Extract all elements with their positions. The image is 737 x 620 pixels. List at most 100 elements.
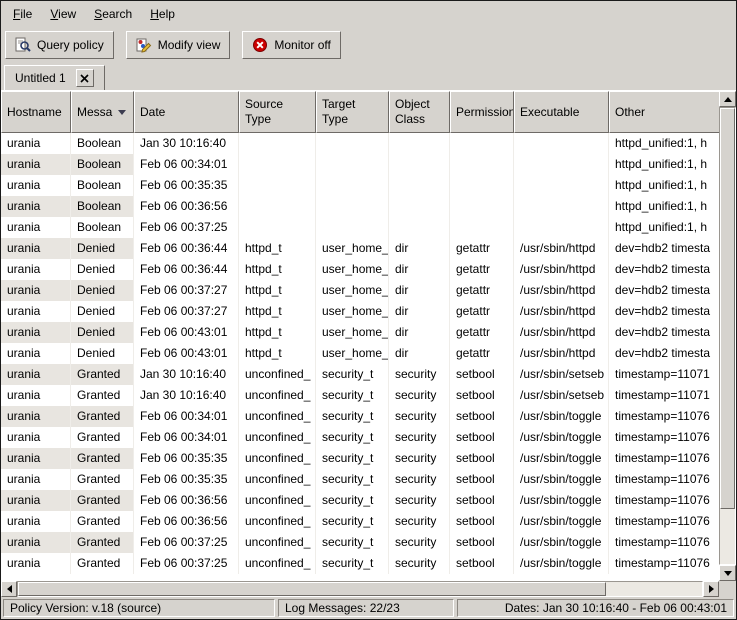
seaudit-window: File View Search Help Query policy xyxy=(0,0,737,620)
vertical-scrollbar-track[interactable] xyxy=(719,107,736,565)
column-header-label: Other xyxy=(615,105,645,120)
table-cell: Granted xyxy=(71,511,134,532)
table-cell: security_t xyxy=(316,490,389,511)
table-cell: Feb 06 00:37:25 xyxy=(134,217,239,238)
table-cell xyxy=(514,154,609,175)
policy-version-text: Policy Version: v.18 (source) xyxy=(10,601,161,615)
modify-view-icon xyxy=(136,37,152,53)
table-row[interactable]: uraniaGrantedFeb 06 00:35:35unconfined_s… xyxy=(1,448,719,469)
table-cell: getattr xyxy=(450,238,514,259)
table-row[interactable]: uraniaGrantedFeb 06 00:37:25unconfined_s… xyxy=(1,532,719,553)
monitor-off-icon xyxy=(252,37,268,53)
table-cell: httpd_unified:1, h xyxy=(609,196,719,217)
horizontal-scrollbar-track[interactable] xyxy=(17,581,703,597)
table-cell: Feb 06 00:34:01 xyxy=(134,427,239,448)
table-cell: urania xyxy=(1,175,71,196)
column-header-label: Hostname xyxy=(7,105,62,120)
table-row[interactable]: uraniaBooleanFeb 06 00:37:25httpd_unifie… xyxy=(1,217,719,238)
table-cell: urania xyxy=(1,364,71,385)
scroll-up-button[interactable] xyxy=(719,91,736,107)
table-cell: timestamp=11076 xyxy=(609,469,719,490)
table-cell xyxy=(239,154,316,175)
table-row[interactable]: uraniaBooleanFeb 06 00:34:01httpd_unifie… xyxy=(1,154,719,175)
table-cell: urania xyxy=(1,133,71,154)
scroll-down-button[interactable] xyxy=(719,565,736,581)
table-cell: setbool xyxy=(450,427,514,448)
vertical-scrollbar-thumb[interactable] xyxy=(720,108,735,509)
query-policy-button[interactable]: Query policy xyxy=(5,31,114,59)
column-header-source-type[interactable]: Source Type xyxy=(239,91,316,133)
table-cell: timestamp=11071 xyxy=(609,364,719,385)
horizontal-scrollbar[interactable] xyxy=(1,581,719,597)
modify-view-button[interactable]: Modify view xyxy=(126,31,231,59)
column-header-other[interactable]: Other xyxy=(609,91,719,133)
table-cell xyxy=(514,196,609,217)
table-cell xyxy=(239,196,316,217)
table-cell: urania xyxy=(1,427,71,448)
table-row[interactable]: uraniaGrantedFeb 06 00:37:25unconfined_s… xyxy=(1,553,719,574)
table-cell: /usr/sbin/httpd xyxy=(514,238,609,259)
table-cell: Feb 06 00:43:01 xyxy=(134,322,239,343)
table-row[interactable]: uraniaDeniedFeb 06 00:43:01httpd_tuser_h… xyxy=(1,343,719,364)
table-cell: /usr/sbin/toggle xyxy=(514,532,609,553)
query-policy-label: Query policy xyxy=(37,38,104,52)
table-cell: Feb 06 00:37:25 xyxy=(134,553,239,574)
table-row[interactable]: uraniaGrantedFeb 06 00:35:35unconfined_s… xyxy=(1,469,719,490)
table-cell: urania xyxy=(1,280,71,301)
table-cell: Feb 06 00:36:56 xyxy=(134,196,239,217)
table-cell: /usr/sbin/httpd xyxy=(514,280,609,301)
table-cell: Granted xyxy=(71,553,134,574)
table-row[interactable]: uraniaGrantedFeb 06 00:34:01unconfined_s… xyxy=(1,427,719,448)
table-cell xyxy=(450,196,514,217)
notebook-page: HostnameMessaDateSource TypeTarget TypeO… xyxy=(1,90,736,597)
table-cell: unconfined_ xyxy=(239,427,316,448)
table-row[interactable]: uraniaDeniedFeb 06 00:37:27httpd_tuser_h… xyxy=(1,301,719,322)
table-cell: unconfined_ xyxy=(239,490,316,511)
table-cell xyxy=(316,175,389,196)
table-row[interactable]: uraniaDeniedFeb 06 00:36:44httpd_tuser_h… xyxy=(1,238,719,259)
tab-label: Untitled 1 xyxy=(15,71,66,85)
table-cell xyxy=(239,175,316,196)
column-header-object-class[interactable]: Object Class xyxy=(389,91,450,133)
table-row[interactable]: uraniaBooleanFeb 06 00:35:35httpd_unifie… xyxy=(1,175,719,196)
column-header-permission[interactable]: Permission xyxy=(450,91,514,133)
column-header-date[interactable]: Date xyxy=(134,91,239,133)
vertical-scrollbar[interactable] xyxy=(719,91,736,581)
tab-close-button[interactable] xyxy=(76,69,94,87)
table-row[interactable]: uraniaDeniedFeb 06 00:36:44httpd_tuser_h… xyxy=(1,259,719,280)
column-header-messa[interactable]: Messa xyxy=(71,91,134,133)
table-row[interactable]: uraniaGrantedFeb 06 00:36:56unconfined_s… xyxy=(1,511,719,532)
menu-search[interactable]: Search xyxy=(85,3,141,25)
table-cell: user_home_ xyxy=(316,280,389,301)
table-cell: urania xyxy=(1,406,71,427)
scroll-right-button[interactable] xyxy=(703,581,719,597)
table-cell: /usr/sbin/httpd xyxy=(514,259,609,280)
monitor-off-button[interactable]: Monitor off xyxy=(242,31,340,59)
column-header-hostname[interactable]: Hostname xyxy=(1,91,71,133)
scroll-left-button[interactable] xyxy=(1,581,17,597)
table-cell: Granted xyxy=(71,532,134,553)
table-cell xyxy=(316,196,389,217)
table-cell xyxy=(316,154,389,175)
column-header-label: Target Type xyxy=(322,97,383,127)
table-row[interactable]: uraniaGrantedJan 30 10:16:40unconfined_s… xyxy=(1,364,719,385)
table-row[interactable]: uraniaGrantedJan 30 10:16:40unconfined_s… xyxy=(1,385,719,406)
tab-untitled-1[interactable]: Untitled 1 xyxy=(4,65,105,90)
column-header-executable[interactable]: Executable xyxy=(514,91,609,133)
table-cell: /usr/sbin/toggle xyxy=(514,448,609,469)
menu-view[interactable]: View xyxy=(41,3,85,25)
table-row[interactable]: uraniaGrantedFeb 06 00:36:56unconfined_s… xyxy=(1,490,719,511)
table-row[interactable]: uraniaDeniedFeb 06 00:43:01httpd_tuser_h… xyxy=(1,322,719,343)
menu-help[interactable]: Help xyxy=(141,3,184,25)
table-cell: security xyxy=(389,469,450,490)
table-cell: dir xyxy=(389,259,450,280)
menu-file[interactable]: File xyxy=(4,3,41,25)
column-header-target-type[interactable]: Target Type xyxy=(316,91,389,133)
table-cell: Granted xyxy=(71,490,134,511)
table-row[interactable]: uraniaGrantedFeb 06 00:34:01unconfined_s… xyxy=(1,406,719,427)
table-row[interactable]: uraniaDeniedFeb 06 00:37:27httpd_tuser_h… xyxy=(1,280,719,301)
horizontal-scrollbar-thumb[interactable] xyxy=(18,582,606,596)
table-row[interactable]: uraniaBooleanJan 30 10:16:40httpd_unifie… xyxy=(1,133,719,154)
table-row[interactable]: uraniaBooleanFeb 06 00:36:56httpd_unifie… xyxy=(1,196,719,217)
arrow-up-icon xyxy=(724,97,732,102)
